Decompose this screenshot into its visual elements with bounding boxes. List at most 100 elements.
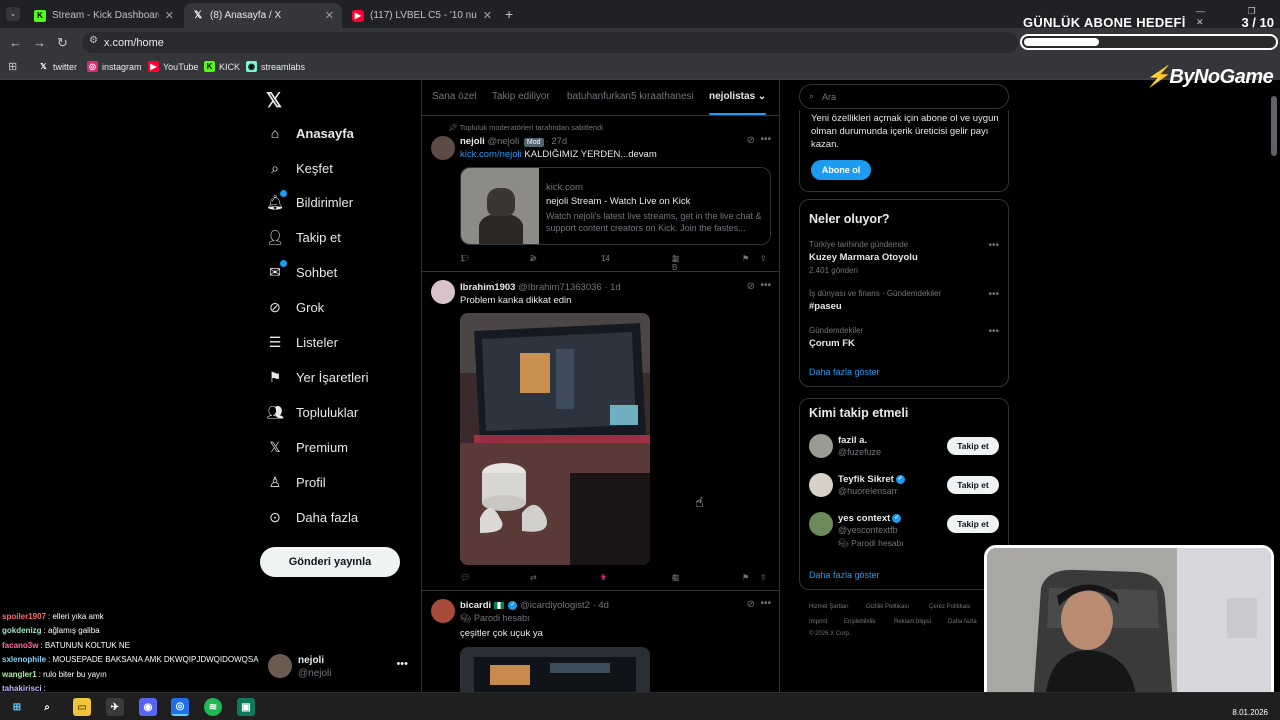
tab-following[interactable]: Takip ediliyor — [492, 91, 550, 102]
grok-icon[interactable]: ⊘ — [747, 281, 755, 292]
sidebar-item-profile[interactable]: ♙ Profil — [266, 471, 326, 493]
spotify-icon[interactable]: ≋ — [204, 698, 222, 716]
post-photo[interactable] — [460, 313, 650, 565]
footer-link[interactable]: Gizlilik Politikası — [866, 604, 909, 610]
more-icon[interactable]: ••• — [760, 134, 771, 145]
sidebar-item-grok[interactable]: ⊘ Grok — [266, 296, 324, 318]
account-switcher[interactable]: nejoli @nejoli ••• — [268, 652, 410, 682]
back-icon[interactable]: ← — [9, 35, 22, 50]
author-handle[interactable]: @Ibrahim71363036 — [518, 282, 602, 293]
more-icon[interactable]: ••• — [988, 326, 999, 337]
scrollbar[interactable] — [1271, 96, 1277, 156]
new-tab-button[interactable]: + — [505, 6, 513, 22]
browser-tab-kick[interactable]: K Stream - Kick Dashboard ✕ — [26, 3, 182, 28]
more-icon[interactable]: ••• — [760, 598, 771, 609]
trend-item[interactable]: İş dünyası ve finans · Gündemdekiler #pas… — [809, 289, 999, 312]
follow-button[interactable]: Takip et — [947, 515, 999, 533]
bookmark-streamlabs[interactable]: ◉ streamlabs — [246, 61, 305, 72]
app-icon[interactable]: ✈ — [106, 698, 124, 716]
bookmark-icon[interactable]: ⚑ — [742, 573, 749, 582]
post[interactable]: bicardi ✓ @icardiyologist2 · 4d ⊘ ••• 🎭︎… — [422, 591, 779, 692]
grok-icon[interactable]: ⊘ — [747, 599, 755, 610]
bookmark-twitter[interactable]: 𝕏twitter — [38, 61, 77, 72]
author-name[interactable]: Ibrahim1903 — [460, 282, 515, 293]
follow-suggestion[interactable]: fazil a. @fuzefuze Takip et — [809, 434, 1001, 470]
bookmark-instagram[interactable]: ◎ instagram — [87, 61, 142, 72]
more-icon[interactable]: ••• — [396, 658, 408, 670]
link-card[interactable]: kick.com nejoli Stream - Watch Live on K… — [460, 167, 771, 245]
sidebar-item-explore[interactable]: ⌕ Keşfet — [266, 157, 333, 179]
tab-community[interactable]: batuhanfurkan5 kıraathanesi — [567, 91, 694, 102]
grok-icon[interactable]: ⊘ — [747, 135, 755, 146]
youtube-icon: ▶ — [148, 61, 159, 72]
follow-button[interactable]: Takip et — [947, 476, 999, 494]
follow-suggestion[interactable]: yes context ✓ @yescontextfb 🎭︎ Parodi hes… — [809, 512, 1001, 556]
footer-link[interactable]: Çerez Politikası — [929, 604, 971, 610]
bookmark-icon[interactable]: ⚑ — [742, 254, 749, 263]
sidebar-item-home[interactable]: ⌂ Anasayfa — [266, 122, 354, 144]
apps-icon[interactable]: ⊞ — [8, 60, 17, 73]
footer-link[interactable]: Erişilebilirlik — [844, 619, 875, 625]
author-handle[interactable]: @icardiyologist2 — [520, 600, 590, 611]
reload-icon[interactable]: ↻ — [57, 35, 68, 51]
follow-suggestion[interactable]: Teyfik Sikret ✓ @huorelensarr Takip et — [809, 473, 1001, 509]
author-name[interactable]: nejoli — [460, 136, 485, 147]
search-icon[interactable]: ⌕ — [38, 698, 56, 716]
footer-link[interactable]: Imprint — [809, 619, 827, 625]
avatar[interactable] — [431, 280, 455, 304]
post-photo[interactable] — [460, 647, 650, 692]
url-bar[interactable]: ⚙ x.com/home — [82, 32, 1018, 53]
author-name[interactable]: bicardi — [460, 600, 491, 611]
tab-for-you[interactable]: Sana özel — [432, 91, 476, 102]
sidebar-item-more[interactable]: ⊙ Daha fazla — [266, 506, 358, 528]
subscribe-button[interactable]: Abone ol — [811, 160, 871, 180]
sidebar-item-communities[interactable]: 👥︎ Topluluklar — [266, 401, 358, 423]
share-icon[interactable]: ⇪ — [760, 254, 767, 263]
post[interactable]: Ibrahim1903 @Ibrahim71363036 · 1d ⊘ ••• … — [422, 272, 779, 591]
windows-start-icon[interactable]: ⊞ — [8, 698, 26, 716]
more-icon[interactable]: ••• — [988, 240, 999, 251]
site-info-icon[interactable]: ⚙ — [89, 35, 98, 46]
sidebar-item-premium[interactable]: 𝕏 Premium — [266, 436, 348, 458]
sidebar-item-lists[interactable]: ☰ Listeler — [266, 331, 338, 353]
sidebar-item-chat[interactable]: ✉ Sohbet — [266, 260, 337, 283]
trend-item[interactable]: Türkiye tarihinde gündemde Kuzey Marmara … — [809, 240, 999, 275]
footer-link[interactable]: Daha fazla — [948, 619, 977, 625]
sidebar-item-bookmarks[interactable]: ⚑ Yer İşaretleri — [266, 366, 369, 388]
chrome-icon[interactable]: ◎ — [171, 698, 189, 716]
card-domain: kick.com — [546, 182, 583, 193]
obs-icon[interactable]: ▣ — [237, 698, 255, 716]
avatar[interactable] — [431, 599, 455, 623]
post-pinned[interactable]: 📌︎ Topluluk moderatörleri tarafından sab… — [422, 117, 779, 272]
close-icon[interactable]: ✕ — [165, 9, 174, 22]
post-button[interactable]: Gönderi yayınla — [260, 547, 400, 577]
browser-tab-x[interactable]: 𝕏 (8) Anasayfa / X ✕ — [184, 3, 342, 28]
bookmark-youtube[interactable]: ▶ YouTube — [148, 61, 198, 72]
close-icon[interactable]: ✕ — [325, 9, 334, 22]
bookmark-kick[interactable]: K KICK — [204, 61, 240, 72]
footer-link[interactable]: Hizmet Şartları — [809, 604, 849, 610]
sidebar-item-label: Anasayfa — [296, 125, 354, 141]
avatar[interactable] — [431, 136, 455, 160]
close-icon[interactable]: ✕ — [483, 9, 492, 22]
discord-icon[interactable]: ◉ — [139, 698, 157, 716]
search-input[interactable]: ⌕ Ara — [799, 84, 1009, 109]
tab-search-icon[interactable]: ⌄ — [6, 7, 20, 21]
sidebar-item-follow[interactable]: 👤︎ Takip et — [266, 226, 341, 248]
post-link[interactable]: kick.com/nejoli — [460, 149, 522, 160]
footer-link[interactable]: Reklam bilgisi — [894, 619, 931, 625]
trends-show-more[interactable]: Daha fazla göster — [809, 367, 880, 377]
more-icon[interactable]: ••• — [988, 289, 999, 300]
more-icon[interactable]: ••• — [760, 280, 771, 291]
follow-show-more[interactable]: Daha fazla göster — [809, 570, 880, 580]
follow-button[interactable]: Takip et — [947, 437, 999, 455]
tab-nejolistas[interactable]: nejolistas ⌄ — [709, 91, 767, 115]
author-handle[interactable]: @nejoli — [487, 136, 519, 147]
trend-item[interactable]: Gündemdekiler Çorum FK ••• — [809, 326, 999, 349]
browser-tab-youtube[interactable]: ▶ (117) LVBEL C5 - '10 numara, - ✕ — [344, 3, 500, 28]
forward-icon[interactable]: → — [33, 35, 46, 50]
file-explorer-icon[interactable]: ▭ — [73, 698, 91, 716]
sidebar-item-notifications[interactable]: 🔔︎ Bildirimler — [266, 190, 353, 213]
x-logo-icon[interactable]: 𝕏 — [266, 88, 282, 113]
share-icon[interactable]: ⇪ — [760, 573, 767, 582]
